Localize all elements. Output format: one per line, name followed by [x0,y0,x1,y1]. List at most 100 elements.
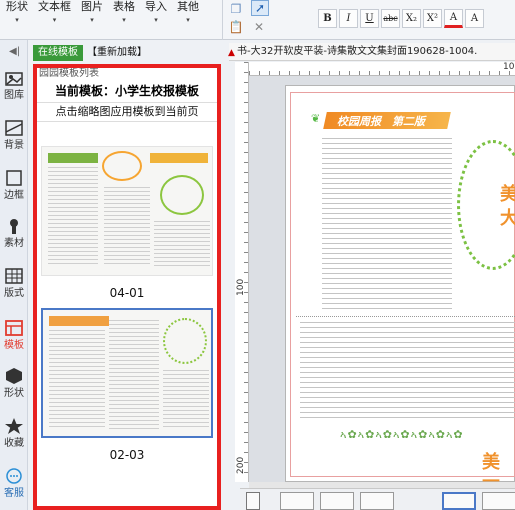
rail-label: 形状 [4,388,24,399]
font-color-button[interactable]: A [444,9,463,28]
app-window: 形状 ▾ 文本框 ▾ 图片 ▾ 表格 ▾ 导入 ▾ 其他 ▾ ❐ ➚ 📋 ✕ B I U a… [0,0,515,510]
rail-item-support[interactable]: 客服 [0,468,28,499]
article-text-block[interactable] [300,322,515,422]
shape-menu-label: 形状 [6,0,28,13]
ruler-number: 100 [503,62,515,72]
rail-label: 版式 [4,288,24,299]
thumb-wreath [160,175,204,215]
article-text-block[interactable] [322,138,452,313]
image-menu-label: 图片 [81,0,103,13]
rail-label: 背景 [4,140,24,151]
apply-template-tip: 点击缩略图应用模板到当前页 [37,102,217,122]
gallery-icon [5,70,23,86]
left-tool-rail: ◀| 图库 背景 边框 素材 版式 模板 形状 收藏 客服 [0,40,28,510]
shape-icon [5,368,23,384]
thumb-header-bar [150,153,208,163]
rail-item-template[interactable]: 模板 [0,320,28,351]
copy-icon[interactable]: ❐ [229,2,243,16]
template-list-title: 园园模板列表 [39,68,99,79]
chevron-down-icon: ▾ [15,16,19,24]
chevron-down-icon: ▾ [186,16,190,24]
thumb-text-column [109,320,159,430]
vertical-ruler [235,62,249,482]
rail-item-background[interactable]: 背景 [0,120,28,151]
thumbnail-label: 04-01 [109,286,145,300]
thumb-text-column [154,221,210,267]
template-panel-tabs: 在线模板 【重新加载】 [33,45,147,61]
star-icon [5,418,23,434]
paste-icon[interactable]: 📋 [229,20,244,34]
insert-menu-group: 形状 ▾ 文本框 ▾ 图片 ▾ 表格 ▾ 导入 ▾ 其他 ▾ [6,0,199,26]
shape-menu-button[interactable]: 形状 ▾ [6,0,28,26]
rail-item-layout[interactable]: 版式 [0,268,28,299]
ribbon-toolbar: 形状 ▾ 文本框 ▾ 图片 ▾ 表格 ▾ 导入 ▾ 其他 ▾ ❐ ➚ 📋 ✕ B I U a… [0,0,515,40]
thumb-text-column [104,187,150,267]
bold-button[interactable]: B [318,9,337,28]
template-thumbnail-04-01[interactable] [41,146,213,276]
page-thumbnail[interactable] [320,492,354,510]
page-icon[interactable] [246,492,260,510]
border-icon [5,170,23,186]
font-size-button[interactable]: A [465,9,484,28]
chevron-down-icon: ▾ [90,16,94,24]
rail-item-favorite[interactable]: 收藏 [0,418,28,449]
page-thumbnail[interactable] [482,492,515,510]
chevron-down-icon: ▾ [122,16,126,24]
vine-decoration: ኣ✿ኣ✿ኣ✿ኣ✿ኣ✿ኣ✿ኣ✿ [340,428,464,441]
rail-item-shape[interactable]: 形状 [0,368,28,399]
textbox-menu-label: 文本框 [38,0,71,13]
italic-button[interactable]: I [339,9,358,28]
strikethrough-button[interactable]: abc [381,9,400,28]
rail-label: 图库 [4,90,24,101]
newsletter-banner-text[interactable]: 校园周报 第二版 [337,113,425,129]
ruler-number: 100 [236,278,246,296]
thumb-text-column [163,370,209,430]
heading-char: 美 [500,184,515,205]
tab-online-templates[interactable]: 在线模板 [33,45,83,61]
document-title-tab[interactable]: 书-大32开软皮平装-诗集散文文集封面190628-1004. [229,43,515,61]
table-menu-label: 表格 [113,0,135,13]
reload-button[interactable]: 【重新加载】 [87,45,147,61]
section-divider [296,316,515,317]
other-menu-label: 其他 [177,0,199,13]
template-thumbnail-02-03[interactable] [41,308,213,438]
horizontal-ruler: 100 [249,62,515,76]
ruler-number: 200 [236,456,246,474]
background-icon [5,120,23,136]
table-menu-button[interactable]: 表格 ▾ [113,0,135,26]
text-format-toolbar: B I U abc X₂ X² A A [318,9,484,28]
superscript-button[interactable]: X² [423,9,442,28]
rail-label: 模板 [4,340,24,351]
import-menu-label: 导入 [145,0,167,13]
layout-icon [5,268,23,284]
heading-char: 大 [500,208,515,229]
other-menu-button[interactable]: 其他 ▾ [177,0,199,26]
thumb-wreath [102,151,142,181]
rail-item-gallery[interactable]: 图库 [0,70,28,101]
chat-icon [5,468,23,484]
import-menu-button[interactable]: 导入 ▾ [145,0,167,26]
select-pointer-icon[interactable]: ➚ [251,0,269,16]
rail-item-material[interactable]: 素材 [0,218,28,249]
rail-label: 素材 [4,238,24,249]
subscript-button[interactable]: X₂ [402,9,421,28]
page-thumbnail[interactable] [360,492,394,510]
rail-label: 客服 [4,488,24,499]
thumb-header-bar [49,316,109,326]
image-menu-button[interactable]: 图片 ▾ [81,0,103,26]
chevron-down-icon: ▾ [154,16,158,24]
leaf-decoration-icon: ❦ [311,112,321,125]
thumb-header-bar [48,153,98,163]
rail-label: 收藏 [4,438,24,449]
page-thumbnail[interactable] [280,492,314,510]
rail-item-border[interactable]: 边框 [0,170,28,201]
collapse-rail-button[interactable]: ◀| [9,46,20,57]
close-icon[interactable]: ✕ [252,20,266,34]
current-template-label: 当前模板：小学生校报模板 [54,84,199,98]
template-list-panel: 园园模板列表 当前模板：小学生校报模板 点击缩略图应用模板到当前页 04-01 … [33,64,221,510]
page-thumbnail-active[interactable] [442,492,476,510]
thumb-text-column [48,167,98,267]
underline-button[interactable]: U [360,9,379,28]
textbox-menu-button[interactable]: 文本框 ▾ [38,0,71,26]
tab-arrow-icon: ▲ [228,48,235,58]
